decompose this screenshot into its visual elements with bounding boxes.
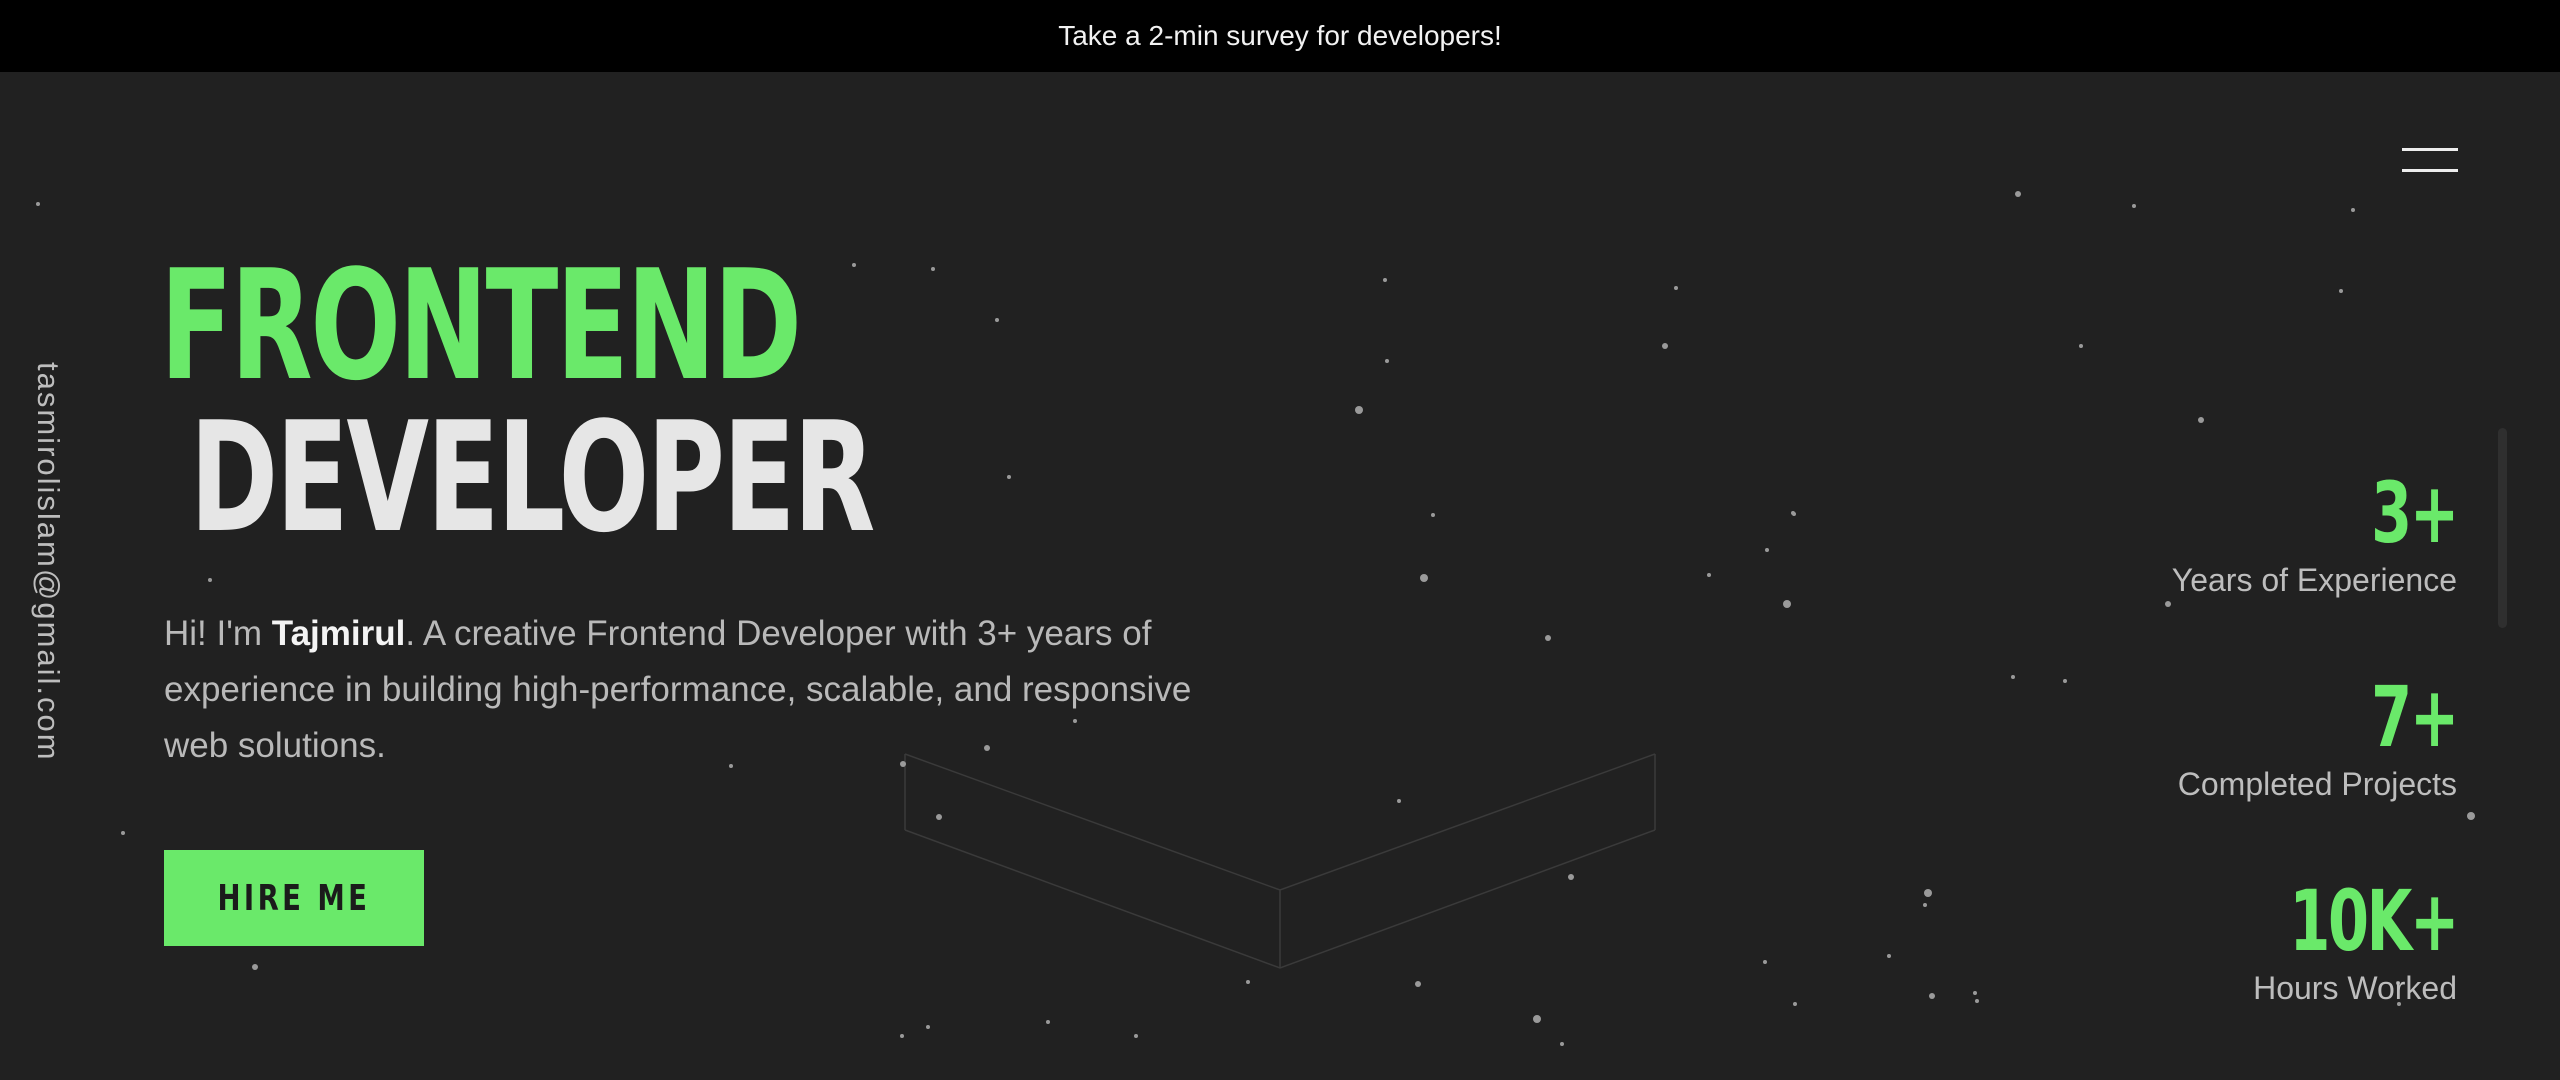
hire-me-button[interactable]: HIRE ME: [164, 850, 424, 946]
stat-experience: 3+ Years of Experience: [2077, 464, 2460, 672]
wireframe-chevron-decoration: [904, 753, 1656, 969]
hero-title-line1: FRONTEND: [160, 237, 802, 414]
hero-intro-text: Hi! I'm Tajmirul. A creative Frontend De…: [164, 606, 1244, 774]
stat-value: 10K+: [2289, 872, 2459, 970]
hamburger-menu-icon: [2402, 148, 2458, 151]
intro-name: Tajmirul: [271, 614, 406, 653]
stat-label: Hours Worked: [2253, 970, 2457, 1006]
survey-announcement-link[interactable]: Take a 2-min survey for developers!: [0, 0, 2560, 72]
stat-label: Completed Projects: [2177, 766, 2457, 802]
intro-greeting: Hi! I'm: [164, 614, 272, 653]
hire-me-label: HIRE ME: [217, 877, 371, 919]
scrollbar-thumb[interactable]: [2498, 428, 2507, 628]
stats-panel: 3+ Years of Experience 7+ Completed Proj…: [2077, 464, 2460, 1080]
hero-title-line2: DEVELOPER: [189, 389, 876, 566]
hero-title: FRONTEND DEVELOPER: [160, 250, 1074, 554]
stat-label: Years of Experience: [2171, 562, 2457, 598]
stat-projects: 7+ Completed Projects: [2077, 668, 2460, 876]
hamburger-menu-button[interactable]: [2396, 144, 2462, 178]
sidebar-email-link[interactable]: tasmirolislam@gmail.com: [30, 362, 66, 762]
stat-value: 7+: [2371, 668, 2459, 766]
stat-hours: 10K+ Hours Worked: [2077, 872, 2459, 1080]
hamburger-menu-icon-line: [2402, 169, 2458, 172]
stat-value: 3+: [2371, 464, 2459, 562]
